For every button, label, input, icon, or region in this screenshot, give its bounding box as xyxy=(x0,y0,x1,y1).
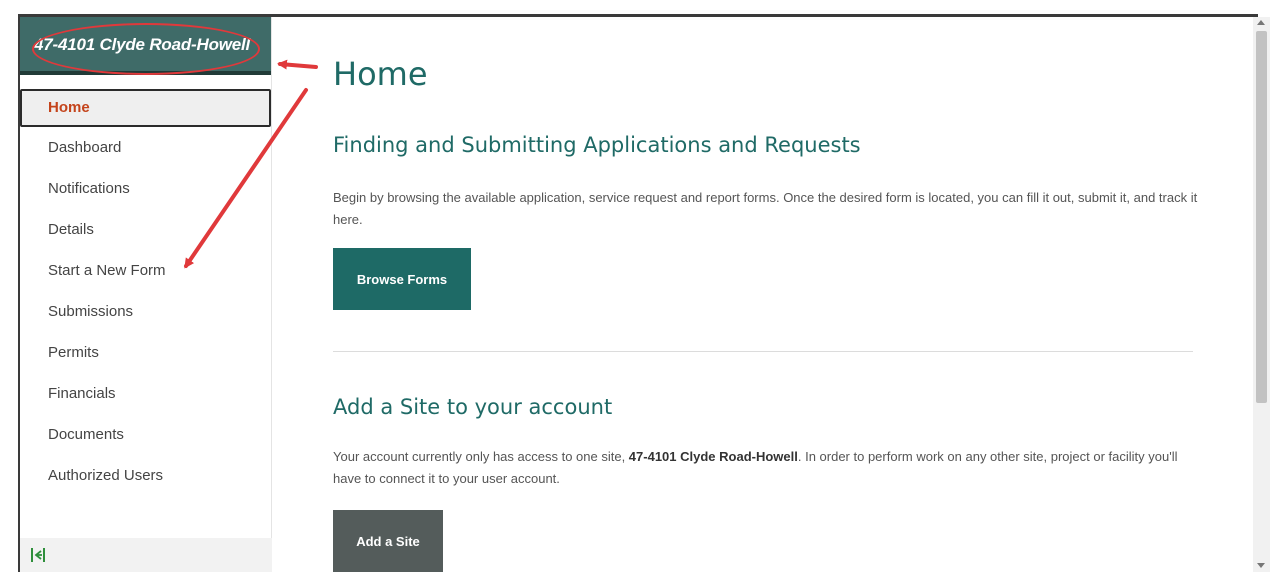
sidebar-item-notifications[interactable]: Notifications xyxy=(20,168,271,209)
add-site-button[interactable]: Add a Site xyxy=(333,510,443,572)
page-title: Home xyxy=(333,55,428,93)
scroll-up-icon[interactable] xyxy=(1257,20,1265,25)
scroll-down-icon[interactable] xyxy=(1257,563,1265,568)
section-text-add-site: Your account currently only has access t… xyxy=(333,446,1203,490)
site-name-inline: 47-4101 Clyde Road-Howell xyxy=(628,449,798,464)
sidebar-nav: Home Dashboard Notifications Details Sta… xyxy=(20,89,271,496)
sidebar-item-dashboard[interactable]: Dashboard xyxy=(20,127,271,168)
sidebar-item-documents[interactable]: Documents xyxy=(20,414,271,455)
app-window: 47-4101 Clyde Road-Howell Home Dashboard… xyxy=(0,0,1270,572)
vertical-scrollbar[interactable] xyxy=(1253,17,1270,572)
scroll-thumb[interactable] xyxy=(1256,31,1267,403)
browse-forms-button[interactable]: Browse Forms xyxy=(333,248,471,310)
collapse-sidebar-icon[interactable] xyxy=(30,546,46,564)
main-content: Home Finding and Submitting Applications… xyxy=(273,17,1253,572)
text-before: Your account currently only has access t… xyxy=(333,449,629,464)
sidebar-item-details[interactable]: Details xyxy=(20,209,271,250)
section-divider xyxy=(333,351,1193,352)
sidebar-item-permits[interactable]: Permits xyxy=(20,332,271,373)
sidebar-item-home[interactable]: Home xyxy=(20,89,271,127)
sidebar-item-submissions[interactable]: Submissions xyxy=(20,291,271,332)
sidebar: 47-4101 Clyde Road-Howell Home Dashboard… xyxy=(20,17,272,572)
sidebar-item-authorized-users[interactable]: Authorized Users xyxy=(20,455,271,496)
sidebar-item-financials[interactable]: Financials xyxy=(20,373,271,414)
annotation-oval xyxy=(32,23,260,75)
site-header: 47-4101 Clyde Road-Howell xyxy=(20,17,271,75)
sidebar-item-start-a-new-form[interactable]: Start a New Form xyxy=(20,250,271,291)
section-heading-forms: Finding and Submitting Applications and … xyxy=(333,133,861,157)
sidebar-footer xyxy=(20,538,272,572)
section-heading-add-site: Add a Site to your account xyxy=(333,395,613,419)
section-text-forms: Begin by browsing the available applicat… xyxy=(333,190,1198,227)
